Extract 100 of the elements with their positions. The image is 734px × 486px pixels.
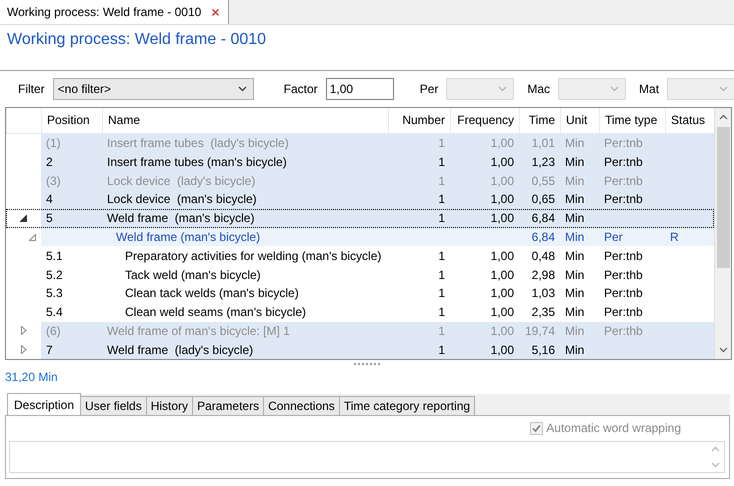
scroll-up-icon[interactable]	[718, 114, 728, 120]
table-cell: 1	[438, 248, 445, 263]
table-cell: Per:thb	[604, 324, 643, 338]
table-row[interactable]: 5 Weld frame (man's bicycle) 1 1,00 6,84 Min	[6, 208, 714, 228]
table-cell: 2	[46, 154, 53, 169]
table-cell: Min	[565, 248, 584, 263]
total-time: 31,20 Min	[5, 370, 58, 386]
document-tab[interactable]: Working process: Weld frame - 0010 ×	[0, 0, 228, 24]
table-cell: 7	[46, 342, 53, 357]
table-cell: 1	[438, 342, 445, 357]
table-cell: 2,35	[532, 305, 555, 320]
table-cell: Per:tnb	[604, 286, 643, 300]
close-button[interactable]: ×	[211, 4, 220, 20]
table-cell: Min	[565, 286, 584, 300]
table-cell: 0,65	[532, 192, 555, 206]
table-row[interactable]: 5.3 Clean tack welds (man's bicycle) 1 1,00 1,03 Min Per:tnb	[6, 284, 714, 303]
column-header[interactable]: Time type	[599, 108, 665, 133]
table-row[interactable]: 5.2 Tack weld (man's bicycle) 1 1,00 2,98 Min Per:thb	[6, 265, 714, 284]
table-cell: Min	[565, 174, 584, 188]
column-header[interactable]: Name	[102, 108, 388, 133]
caret-icon	[719, 86, 728, 92]
table-cell: Preparatory activities for welding (man's bicycle)	[125, 248, 382, 263]
tab[interactable]: User fields	[80, 396, 147, 415]
table-cell: Per	[604, 230, 623, 244]
table-row[interactable]: 5.1 Preparatory activities for welding (man's bicycle) 1 1,00 0,48 Min Per:tnb	[6, 246, 714, 266]
table-cell: Per:tnb	[604, 136, 643, 150]
table-cell: Min	[565, 154, 584, 169]
tab[interactable]: Time category reporting	[338, 396, 476, 415]
table-cell: Per:tnb	[604, 174, 643, 188]
table-cell: 1,00	[490, 248, 514, 263]
table-cell: 1,03	[532, 286, 555, 300]
table-cell: 1,00	[490, 154, 514, 169]
table-cell: 1	[438, 154, 445, 169]
table-row[interactable]: 5.4 Clean weld seams (man's bicycle) 1 1,00 2,35 Min Per:tnb	[6, 302, 714, 322]
dropdown[interactable]: <no filter>	[52, 78, 254, 100]
table-cell: Weld frame (man's bicycle)	[116, 230, 260, 244]
collapsed-arrow-icon[interactable]	[20, 326, 26, 336]
column-header[interactable]: Position	[41, 108, 102, 133]
table-cell: 5.3	[46, 286, 63, 300]
table-cell: 1,00	[490, 211, 514, 226]
table-row[interactable]: Weld frame (man's bicycle) 6,84 Min Per R	[6, 228, 714, 246]
table-cell: Min	[565, 211, 584, 226]
splitter-grip-icon[interactable]	[354, 362, 380, 366]
column-header[interactable]: Time	[519, 108, 560, 133]
table-cell: 4	[46, 192, 53, 206]
table-cell: R	[670, 230, 679, 244]
table-cell: 1,00	[490, 268, 514, 282]
table-cell: Min	[565, 230, 584, 244]
table-cell: 1,01	[532, 136, 555, 150]
table-cell: Min	[565, 342, 584, 357]
table-cell: 1	[438, 324, 445, 338]
table-cell: Per:thb	[604, 268, 643, 282]
table-cell: Min	[565, 192, 584, 206]
table-cell: 1,00	[490, 136, 514, 150]
checkbox-label: Automatic word wrapping	[546, 421, 681, 435]
table-cell: Per:tnb	[604, 248, 643, 263]
tab[interactable]: Connections	[263, 396, 340, 415]
input-field[interactable]: 1,00	[326, 78, 394, 100]
table-cell: (6)	[46, 324, 61, 338]
table-cell: 1,00	[490, 192, 514, 206]
field-label: Factor	[284, 82, 318, 96]
scrollbar-thumb[interactable]	[716, 127, 730, 268]
table-cell: Min	[565, 324, 584, 338]
expanded-arrow-icon[interactable]	[20, 214, 27, 222]
table-cell: Per:tnb	[604, 154, 643, 169]
table-cell: 6,84	[532, 230, 555, 244]
table-cell: Clean weld seams (man's bicycle)	[125, 305, 306, 320]
table-cell: 5.1	[46, 248, 63, 263]
scroll-down-icon[interactable]	[718, 347, 728, 353]
field-label: Filter	[18, 82, 45, 96]
table-cell: 5	[46, 211, 53, 226]
table-cell: 0,48	[532, 248, 555, 263]
caret-icon	[610, 86, 620, 92]
table-cell: Tack weld (man's bicycle)	[125, 268, 261, 282]
table-cell: 5,16	[532, 342, 555, 357]
table-cell: Clean tack welds (man's bicycle)	[125, 286, 299, 300]
table-cell: 1,00	[490, 174, 514, 188]
field-label: Per	[420, 82, 438, 96]
tab[interactable]: Description	[7, 393, 82, 415]
tab[interactable]: Parameters	[192, 396, 264, 415]
table-cell: 19,74	[524, 324, 555, 338]
tab[interactable]: History	[146, 396, 194, 415]
column-header[interactable]: Unit	[560, 108, 599, 133]
column-header[interactable]: Number	[388, 108, 450, 133]
table-cell: Insert frame tubes (lady's bicycle)	[107, 136, 289, 150]
table-cell: Min	[565, 136, 584, 150]
field-label: Mat	[639, 82, 660, 96]
collapsed-arrow-icon[interactable]	[20, 345, 26, 354]
table-cell: 1,00	[490, 324, 514, 338]
table-cell: 1	[438, 268, 445, 282]
table-cell: (3)	[46, 174, 61, 188]
scrollbar[interactable]	[714, 108, 731, 359]
table-cell: Min	[565, 268, 584, 282]
table-cell: 1	[438, 211, 445, 226]
table-cell: Weld frame (man's bicycle)	[107, 211, 254, 226]
column-header[interactable]: Frequency	[450, 108, 519, 133]
table-cell: 5.2	[46, 268, 63, 282]
table-cell: Weld frame (lady's bicycle)	[107, 342, 254, 357]
table-cell: 1	[438, 192, 445, 206]
table-cell: Lock device (man's bicycle)	[107, 192, 257, 206]
